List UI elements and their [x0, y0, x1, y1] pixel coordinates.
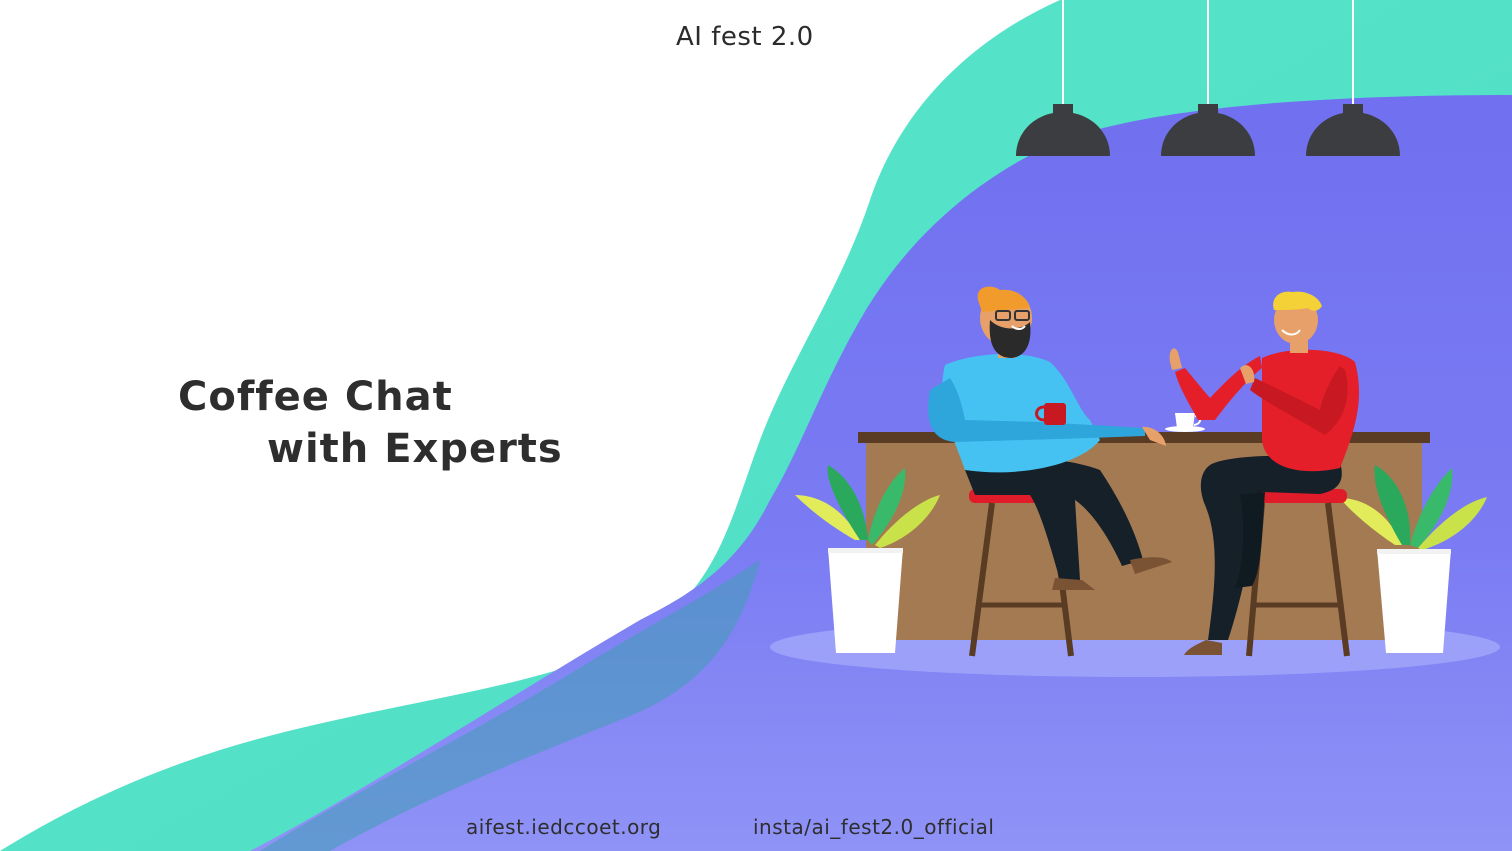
headline-line-2: with Experts — [267, 426, 563, 472]
background-illustration — [0, 0, 1512, 851]
slide: AI fest 2.0 Coffee Chat with Experts aif… — [0, 0, 1512, 851]
bar-counter — [858, 432, 1430, 640]
footer-instagram-link[interactable]: insta/ai_fest2.0_official — [753, 815, 994, 839]
headline-line-1: Coffee Chat — [178, 374, 453, 420]
footer-website-link[interactable]: aifest.iedccoet.org — [466, 815, 661, 839]
event-name: AI fest 2.0 — [676, 22, 814, 52]
